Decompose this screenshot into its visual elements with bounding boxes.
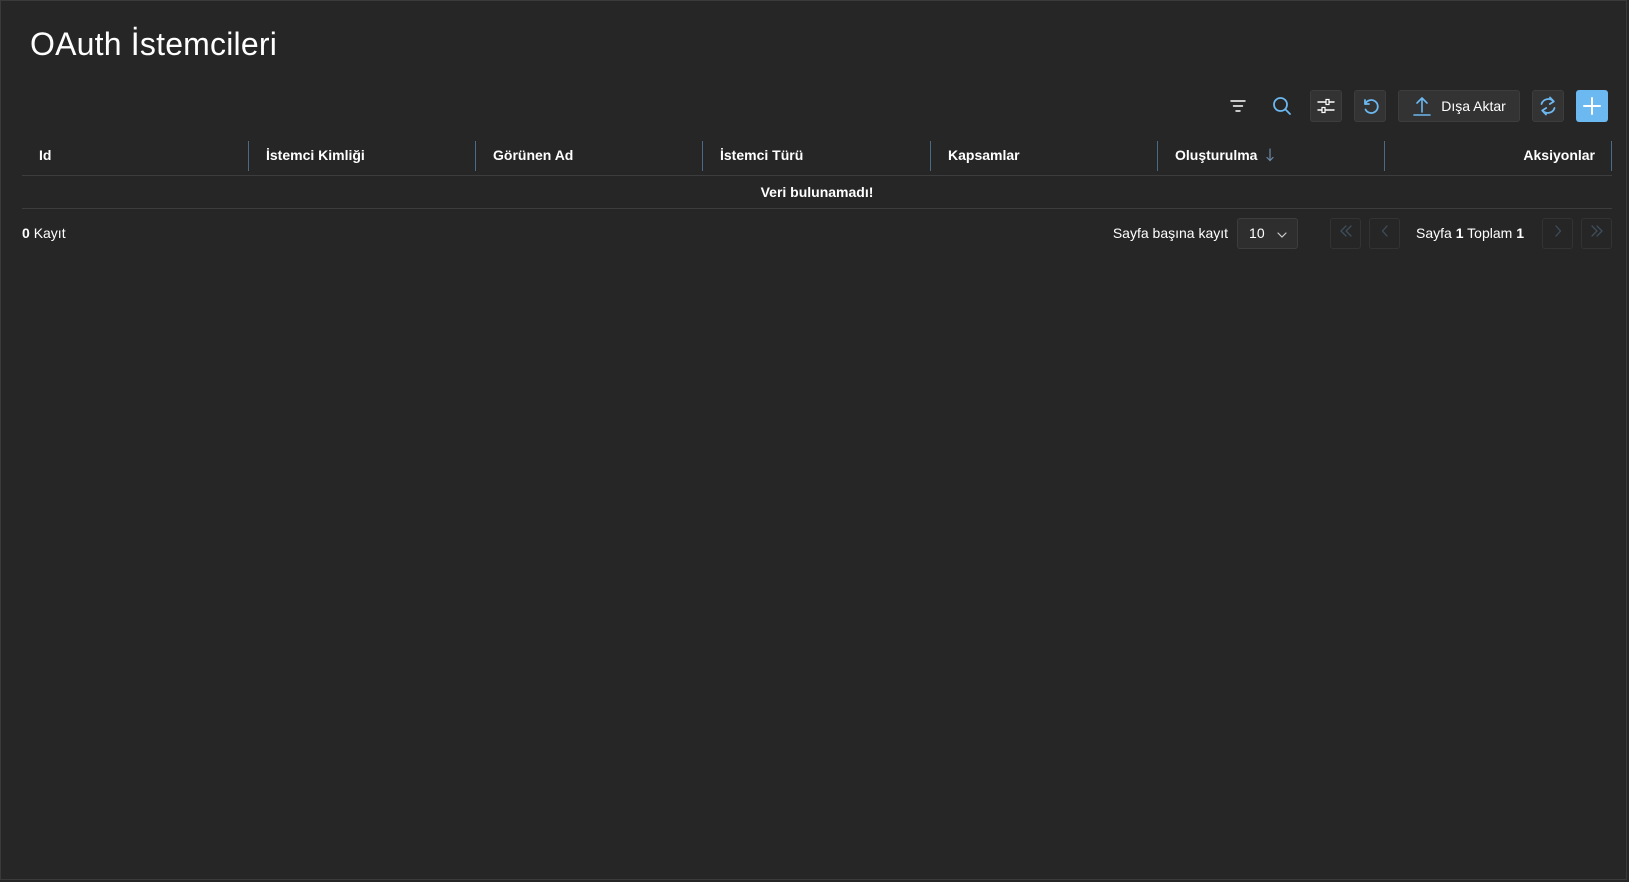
- page-title: OAuth İstemcileri: [30, 26, 278, 62]
- chevron-right-icon: [1554, 224, 1562, 242]
- sort-desc-icon: [1265, 148, 1275, 162]
- filter-button[interactable]: [1222, 90, 1254, 122]
- refresh-icon: [1538, 95, 1558, 117]
- export-label: Dışa Aktar: [1441, 98, 1506, 114]
- empty-message: Veri bulunamadı!: [760, 184, 874, 200]
- column-settings-button[interactable]: [1310, 90, 1342, 122]
- column-resizer[interactable]: [1611, 141, 1612, 171]
- refresh-button[interactable]: [1532, 90, 1564, 122]
- pagination: Sayfa başına kayıt 10 Sayfa 1 Toplam 1: [1113, 217, 1612, 249]
- column-header-created[interactable]: Oluşturulma: [1158, 135, 1385, 175]
- sliders-icon: [1317, 98, 1335, 114]
- column-header-id[interactable]: Id: [22, 135, 249, 175]
- upload-icon: [1413, 95, 1432, 117]
- clients-table: Id İstemci Kimliği Görünen Ad İstemci Tü…: [22, 135, 1612, 209]
- filter-lines-icon: [1229, 99, 1247, 113]
- app-window: OAuth İstemcileri Dışa Aktar Id İstemci …: [0, 0, 1627, 880]
- double-chevron-left-icon: [1339, 224, 1353, 242]
- table-header: Id İstemci Kimliği Görünen Ad İstemci Tü…: [22, 135, 1612, 176]
- column-header-client-id[interactable]: İstemci Kimliği: [249, 135, 476, 175]
- undo-icon: [1360, 96, 1380, 116]
- per-page-value: 10: [1249, 225, 1265, 241]
- chevron-left-icon: [1381, 224, 1389, 242]
- reset-button[interactable]: [1354, 90, 1386, 122]
- total-pages: 1: [1516, 225, 1524, 241]
- column-header-actions: Aksiyonlar: [1385, 135, 1612, 175]
- column-header-client-type[interactable]: İstemci Türü: [703, 135, 931, 175]
- record-count: 0 Kayıt: [22, 225, 66, 241]
- last-page-button[interactable]: [1581, 217, 1612, 249]
- current-page: 1: [1455, 225, 1464, 241]
- add-client-button[interactable]: [1576, 90, 1608, 122]
- record-count-value: 0: [22, 225, 30, 241]
- per-page-select[interactable]: 10: [1237, 217, 1299, 249]
- page-info: Sayfa 1 Toplam 1: [1416, 225, 1524, 241]
- first-page-button[interactable]: [1330, 217, 1362, 249]
- record-count-label: Kayıt: [33, 225, 66, 241]
- search-button[interactable]: [1266, 90, 1298, 122]
- export-button[interactable]: Dışa Aktar: [1398, 90, 1520, 122]
- chevron-down-icon: [1277, 225, 1287, 241]
- column-header-display-name[interactable]: Görünen Ad: [476, 135, 703, 175]
- next-page-button[interactable]: [1542, 217, 1573, 249]
- empty-state-row: Veri bulunamadı!: [22, 176, 1612, 209]
- table-toolbar: Dışa Aktar: [1222, 90, 1608, 122]
- double-chevron-right-icon: [1590, 224, 1604, 242]
- per-page-label: Sayfa başına kayıt: [1112, 225, 1229, 241]
- previous-page-button[interactable]: [1369, 217, 1401, 249]
- search-icon: [1272, 96, 1292, 116]
- table-footer: 0 Kayıt Sayfa başına kayıt 10 Sayfa 1 To…: [22, 217, 1612, 249]
- plus-icon: [1582, 96, 1602, 116]
- column-header-scopes[interactable]: Kapsamlar: [931, 135, 1158, 175]
